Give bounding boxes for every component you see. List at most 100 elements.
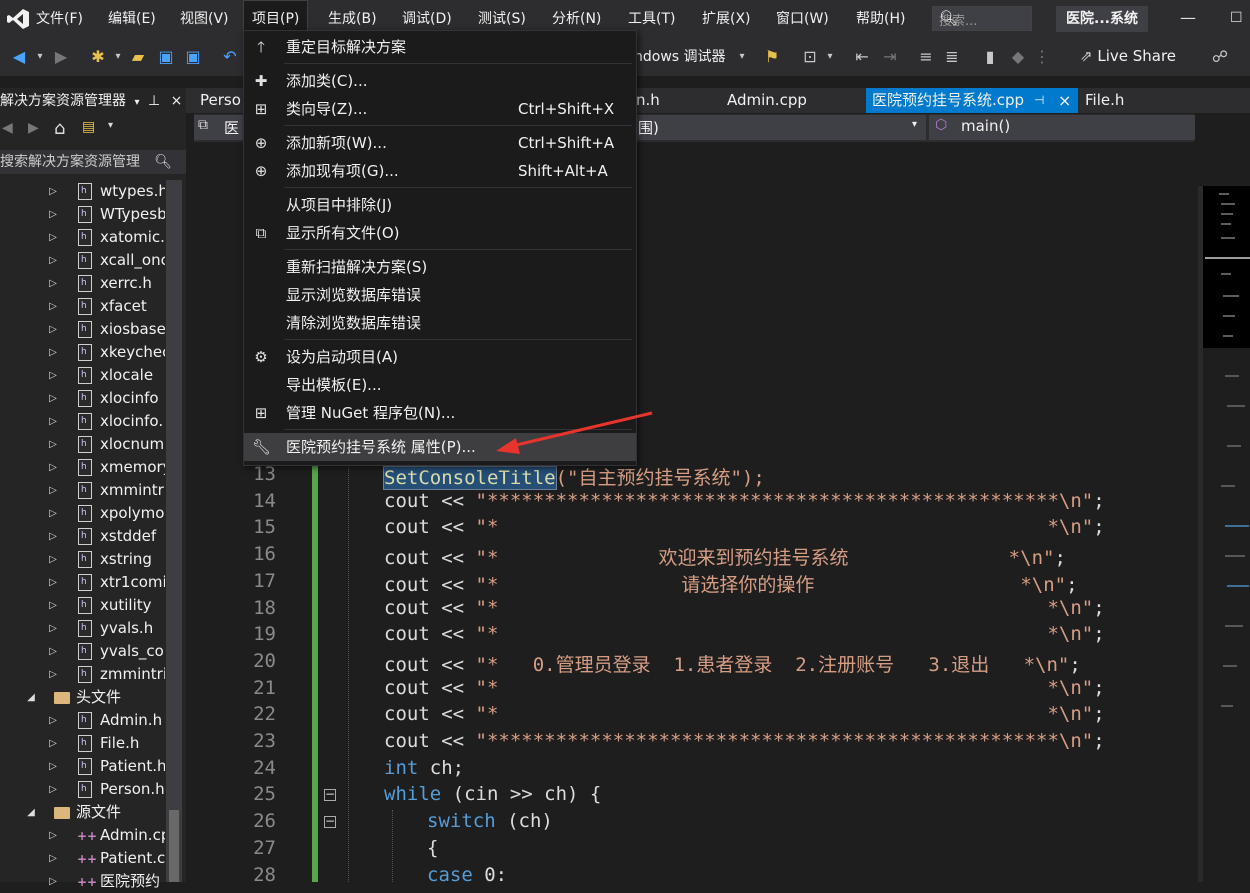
code-line[interactable]: cout << "* *\n"; bbox=[384, 516, 1105, 538]
code-line[interactable]: { bbox=[427, 837, 438, 859]
save-icon[interactable]: ▣ bbox=[156, 46, 176, 68]
solution-search-input[interactable]: 搜索解决方案资源管理 🔍︎ bbox=[0, 150, 186, 174]
expanded-arrow-icon[interactable]: ◢ bbox=[26, 686, 36, 709]
screenshot-icon[interactable]: ⊡ bbox=[800, 46, 820, 68]
tree-file-item[interactable]: ▷ xkeychec bbox=[0, 341, 165, 364]
collapse-while-icon[interactable]: − bbox=[324, 788, 336, 801]
code-line[interactable]: cout << "* *\n"; bbox=[384, 597, 1105, 619]
collapsed-arrow-icon[interactable]: ▷ bbox=[48, 364, 58, 387]
menu-file[interactable]: 文件(F) bbox=[28, 0, 91, 38]
tab-main-cpp[interactable]: 医院预约挂号系统.cpp ⊣ × bbox=[866, 88, 1078, 113]
project-menu-item[interactable]: ⚙ 设为启动项目(A) bbox=[244, 343, 636, 371]
collapsed-arrow-icon[interactable]: ▷ bbox=[48, 341, 58, 364]
collapsed-arrow-icon[interactable]: ▷ bbox=[48, 410, 58, 433]
sol-forward-icon[interactable]: ▶ bbox=[28, 120, 39, 136]
collapsed-arrow-icon[interactable]: ▷ bbox=[48, 640, 58, 663]
tree-file-item[interactable]: ▷ xfacet bbox=[0, 295, 165, 318]
new-dropdown-icon[interactable]: ▾ bbox=[112, 46, 124, 68]
project-menu-item[interactable]: 🡑 重定目标解决方案 bbox=[244, 33, 636, 61]
menu-help[interactable]: 帮助(H) bbox=[848, 0, 913, 38]
switch-views-icon[interactable]: ▤ bbox=[82, 119, 95, 135]
maximize-icon[interactable]: ☐ bbox=[1230, 8, 1250, 28]
tree-folder[interactable]: ◢ 源文件 bbox=[0, 801, 165, 824]
tree-file-item[interactable]: ▷ Person.h bbox=[0, 778, 165, 801]
tree-file-item[interactable]: ▷ xlocinfo bbox=[0, 387, 165, 410]
code-line[interactable]: case 0: bbox=[427, 864, 507, 886]
code-line[interactable]: cout << "*******************************… bbox=[384, 730, 1105, 752]
collapsed-arrow-icon[interactable]: ▷ bbox=[48, 847, 58, 870]
feedback-icon[interactable]: ☍ bbox=[1210, 46, 1230, 68]
tree-file-item[interactable]: ▷ xerrc.h bbox=[0, 272, 165, 295]
pin-icon[interactable]: ⊥ bbox=[148, 93, 160, 109]
code-line[interactable]: cout << "*******************************… bbox=[384, 490, 1105, 512]
tree-file-item[interactable]: ▷ xlocinfo. bbox=[0, 410, 165, 433]
tree-file-item[interactable]: ▷ xcall_onc bbox=[0, 249, 165, 272]
tab-pin-icon[interactable]: ⊣ bbox=[1034, 88, 1044, 113]
tree-file-item[interactable]: ▷ yvals_cor bbox=[0, 640, 165, 663]
debugger-dropdown-icon[interactable]: ▾ bbox=[736, 46, 748, 68]
switch-views-dropdown-icon[interactable]: ▾ bbox=[108, 120, 113, 131]
project-menu-item[interactable]: ⊞ 管理 NuGet 程序包(N)... bbox=[244, 399, 636, 427]
solution-scrollbar[interactable] bbox=[166, 180, 182, 882]
tree-file-item[interactable]: ▷ Patient.h bbox=[0, 755, 165, 778]
minimize-icon[interactable]: — bbox=[1180, 8, 1196, 28]
collapsed-arrow-icon[interactable]: ▷ bbox=[48, 594, 58, 617]
tab-admin-h[interactable]: n.h bbox=[636, 88, 660, 113]
step-icon[interactable]: ⇤ bbox=[852, 46, 872, 68]
collapsed-arrow-icon[interactable]: ▷ bbox=[48, 617, 58, 640]
collapsed-arrow-icon[interactable]: ▷ bbox=[48, 571, 58, 594]
sol-back-icon[interactable]: ◀ bbox=[2, 120, 13, 136]
collapsed-arrow-icon[interactable]: ▷ bbox=[48, 755, 58, 778]
tab-admin-cpp[interactable]: Admin.cpp bbox=[727, 88, 807, 113]
collapsed-arrow-icon[interactable]: ▷ bbox=[48, 272, 58, 295]
code-line[interactable]: cout << "* 请选择你的操作 *\n"; bbox=[384, 570, 1078, 597]
bookmark-icon[interactable]: ▮ bbox=[980, 46, 1000, 68]
tree-folder[interactable]: ◢ 头文件 bbox=[0, 686, 165, 709]
project-menu-item[interactable]: 🔧︎ 医院预约挂号系统 属性(P)... bbox=[244, 433, 636, 461]
back-icon[interactable]: ◀ bbox=[10, 46, 28, 68]
tree-file-item[interactable]: ▷ zmmintri bbox=[0, 663, 165, 686]
tree-file-item[interactable]: ▷ Admin.h bbox=[0, 709, 165, 732]
tab-close-icon[interactable]: × bbox=[1058, 88, 1071, 113]
back-dropdown-icon[interactable]: ▾ bbox=[34, 46, 46, 68]
tree-file-item[interactable]: ▷ xlocale bbox=[0, 364, 165, 387]
collapsed-arrow-icon[interactable]: ▷ bbox=[48, 502, 58, 525]
code-line[interactable]: cout << "* *\n"; bbox=[384, 703, 1105, 725]
step-disabled-icon[interactable]: ⇥ bbox=[880, 46, 900, 68]
tree-file-item[interactable]: ▷ xatomic. bbox=[0, 226, 165, 249]
code-line[interactable]: cout << "* 欢迎来到预约挂号系统 *\n"; bbox=[384, 543, 1066, 570]
collapsed-arrow-icon[interactable]: ▷ bbox=[48, 295, 58, 318]
project-menu-item[interactable]: 导出模板(E)... bbox=[244, 371, 636, 399]
collapsed-arrow-icon[interactable]: ▷ bbox=[48, 824, 58, 847]
new-project-icon[interactable]: ✱ bbox=[88, 46, 108, 68]
tab-person[interactable]: Perso bbox=[200, 88, 241, 113]
collapsed-arrow-icon[interactable]: ▷ bbox=[48, 709, 58, 732]
collapsed-arrow-icon[interactable]: ▷ bbox=[48, 203, 58, 226]
menu-edit[interactable]: 编辑(E) bbox=[100, 0, 164, 38]
tree-file-item[interactable]: ▷ yvals.h bbox=[0, 617, 165, 640]
project-menu-item[interactable]: ⊕ 添加现有项(G)... Shift+Alt+A bbox=[244, 157, 636, 185]
collapsed-arrow-icon[interactable]: ▷ bbox=[48, 663, 58, 686]
toolbar-overflow-icon[interactable]: ⋮ bbox=[1034, 46, 1050, 68]
menu-view[interactable]: 视图(V) bbox=[172, 0, 237, 38]
code-line[interactable]: cout << "* *\n"; bbox=[384, 623, 1105, 645]
open-folder-icon[interactable]: ▰ bbox=[128, 46, 148, 68]
debugger-label[interactable]: ndows 调试器 bbox=[634, 46, 726, 68]
code-line[interactable]: while (cin >> ch) { bbox=[384, 783, 601, 805]
collapsed-arrow-icon[interactable]: ▷ bbox=[48, 479, 58, 502]
collapsed-arrow-icon[interactable]: ▷ bbox=[48, 548, 58, 571]
scope-dropdown[interactable]: 围) ▾ bbox=[632, 115, 926, 140]
home-icon[interactable]: ⌂ bbox=[54, 118, 65, 139]
collapsed-arrow-icon[interactable]: ▷ bbox=[48, 387, 58, 410]
menu-extensions[interactable]: 扩展(X) bbox=[694, 0, 759, 38]
project-menu-item[interactable]: 从项目中排除(J) bbox=[244, 191, 636, 219]
code-line[interactable]: cout << "* 0.管理员登录 1.患者登录 2.注册账号 3.退出 *\… bbox=[384, 650, 1081, 677]
tree-file-item[interactable]: ▷ Admin.cp bbox=[0, 824, 165, 847]
search-input[interactable]: 搜索... 🔍︎ bbox=[932, 6, 1032, 31]
solution-scrollbar-thumb[interactable] bbox=[169, 810, 179, 882]
collapsed-arrow-icon[interactable]: ▷ bbox=[48, 456, 58, 479]
expanded-arrow-icon[interactable]: ◢ bbox=[26, 801, 36, 824]
project-menu-item[interactable]: 显示浏览数据库错误 bbox=[244, 281, 636, 309]
tree-file-item[interactable]: ▷ xstddef bbox=[0, 525, 165, 548]
collapse-switch-icon[interactable]: − bbox=[324, 815, 336, 828]
